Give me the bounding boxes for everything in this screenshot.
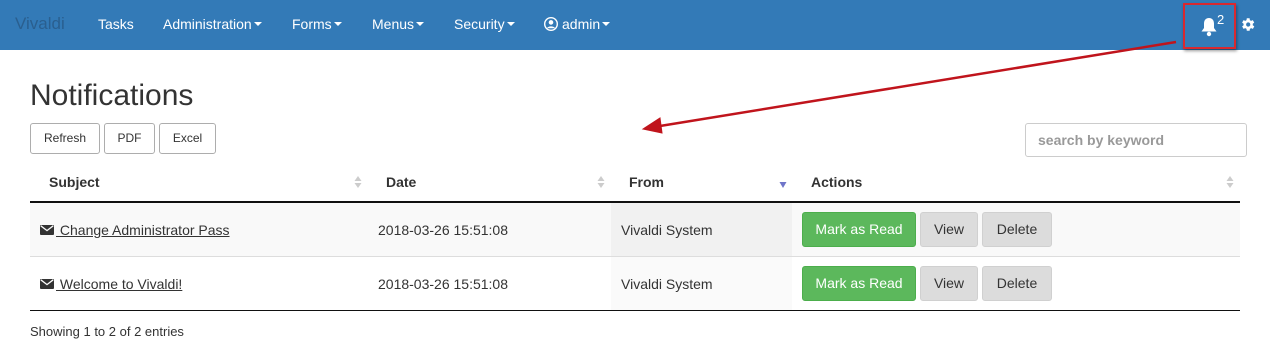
- column-header-subject[interactable]: Subject: [49, 174, 100, 190]
- date-cell: 2018-03-26 15:51:08: [378, 276, 508, 292]
- sort-both-icon: [597, 176, 605, 188]
- bell-icon: [1201, 18, 1217, 37]
- from-cell: Vivaldi System: [621, 222, 713, 238]
- nav-forms-label: Forms: [292, 16, 332, 32]
- subject-link[interactable]: Welcome to Vivaldi!: [40, 276, 182, 292]
- pdf-button[interactable]: PDF: [104, 123, 155, 154]
- page-title: Notifications: [30, 79, 194, 112]
- excel-button[interactable]: Excel: [159, 123, 216, 154]
- nav-administration-label: Administration: [163, 16, 252, 32]
- table-bottom-divider: [30, 310, 1240, 311]
- table-row: Welcome to Vivaldi! 2018-03-26 15:51:08 …: [30, 257, 1240, 311]
- column-header-actions[interactable]: Actions: [811, 174, 862, 190]
- nav-menus[interactable]: Menus: [372, 16, 425, 32]
- nav-user-menu[interactable]: admin: [544, 16, 611, 32]
- nav-tasks-label: Tasks: [98, 16, 134, 32]
- search-input[interactable]: [1025, 123, 1247, 157]
- annotation-arrowhead: [641, 117, 663, 134]
- subject-cell: Welcome to Vivaldi!: [40, 276, 182, 292]
- nav-administration[interactable]: Administration: [163, 16, 262, 32]
- subject-cell: Change Administrator Pass: [40, 222, 230, 238]
- table-row: Change Administrator Pass 2018-03-26 15:…: [30, 203, 1240, 257]
- view-button[interactable]: View: [920, 266, 978, 301]
- annotation-arrow-line: [659, 40, 1177, 128]
- view-button[interactable]: View: [920, 212, 978, 247]
- delete-button[interactable]: Delete: [982, 212, 1052, 247]
- notification-count-badge: 2: [1217, 12, 1225, 27]
- brand-logo[interactable]: Vivaldi: [15, 14, 65, 34]
- envelope-icon: [40, 225, 54, 235]
- sort-desc-icon: [779, 182, 787, 188]
- subject-link[interactable]: Change Administrator Pass: [40, 222, 230, 238]
- mark-as-read-button[interactable]: Mark as Read: [802, 212, 916, 247]
- delete-button[interactable]: Delete: [982, 266, 1052, 301]
- caret-down-icon: [602, 22, 611, 27]
- caret-down-icon: [416, 22, 425, 27]
- nav-menus-label: Menus: [372, 16, 415, 32]
- nav-user-label: admin: [562, 16, 601, 32]
- nav-forms[interactable]: Forms: [292, 16, 342, 32]
- column-header-date[interactable]: Date: [386, 174, 416, 190]
- refresh-button[interactable]: Refresh: [30, 123, 100, 154]
- caret-down-icon: [506, 22, 515, 27]
- from-cell: Vivaldi System: [621, 276, 713, 292]
- gear-icon[interactable]: [1239, 16, 1256, 33]
- top-navbar: Vivaldi Tasks Administration Forms Menus…: [0, 0, 1270, 50]
- sort-both-icon: [354, 176, 362, 188]
- envelope-icon: [40, 279, 54, 289]
- caret-down-icon: [333, 22, 342, 27]
- user-circle-icon: [544, 17, 558, 31]
- nav-security-label: Security: [454, 16, 505, 32]
- caret-down-icon: [253, 22, 262, 27]
- nav-tasks[interactable]: Tasks: [98, 16, 134, 32]
- sort-both-icon: [1226, 176, 1234, 188]
- date-cell: 2018-03-26 15:51:08: [378, 222, 508, 238]
- subject-text: Change Administrator Pass: [56, 222, 230, 238]
- column-header-from[interactable]: From: [629, 174, 664, 190]
- subject-text: Welcome to Vivaldi!: [56, 276, 183, 292]
- table-info: Showing 1 to 2 of 2 entries: [30, 324, 184, 339]
- notifications-button[interactable]: 2: [1183, 3, 1236, 49]
- mark-as-read-button[interactable]: Mark as Read: [802, 266, 916, 301]
- nav-security[interactable]: Security: [454, 16, 515, 32]
